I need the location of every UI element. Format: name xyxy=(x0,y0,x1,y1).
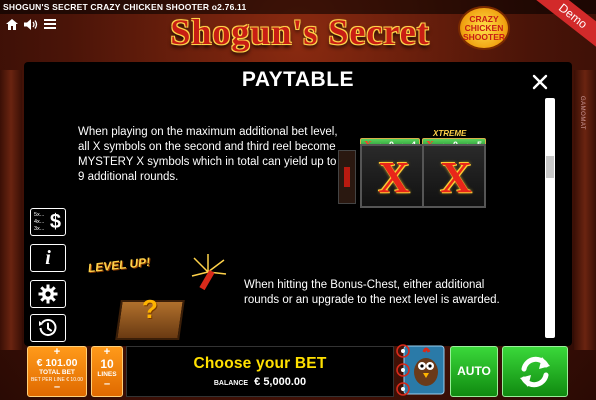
refresh-icon xyxy=(520,356,550,387)
scroll-thumb[interactable] xyxy=(546,156,554,178)
mystery-x-description: When playing on the maximum additional b… xyxy=(78,126,338,183)
dollar-icon: $ xyxy=(49,211,61,233)
autoplay-button[interactable]: AUTO xyxy=(450,346,498,397)
bonus-chest-description: When hitting the Bonus-Chest, either add… xyxy=(244,279,500,306)
sound-icon[interactable] xyxy=(24,18,38,30)
history-button[interactable] xyxy=(30,314,66,342)
close-button[interactable] xyxy=(530,72,550,92)
reel-2: X xyxy=(360,144,424,208)
top-left-controls xyxy=(6,14,56,34)
paytable-rows: 5x... 4x... 3x... xyxy=(34,211,45,232)
total-bet-control: + € 101.00 TOTAL BET BET PER LINE € 10.0… xyxy=(27,346,87,397)
gear-icon xyxy=(38,284,58,304)
level-up-illustration: LEVEL UP! ? xyxy=(76,248,236,344)
lines-control: + 10 LINES – xyxy=(91,346,123,397)
spin-button[interactable] xyxy=(502,346,568,397)
lines-value: 10 xyxy=(100,357,114,371)
info-button[interactable]: i xyxy=(30,244,66,272)
bet-decrease-button[interactable]: – xyxy=(28,382,86,393)
chicken-target-icon xyxy=(396,344,445,396)
vendor-mark: GAMOMAT xyxy=(579,96,585,131)
status-message: Choose your BET xyxy=(193,355,327,372)
balance-label: BALANCE xyxy=(213,380,249,387)
game-logo: Shogun's Secret xyxy=(170,12,430,52)
total-bet-value: € 101.00 xyxy=(36,357,78,369)
level-up-label: LEVEL UP! xyxy=(87,254,151,276)
reel-3: X xyxy=(422,144,486,208)
paytable-button[interactable]: 5x... 4x... 3x... $ xyxy=(30,208,66,236)
info-icon: i xyxy=(45,246,51,269)
paytable-scrollbar[interactable] xyxy=(545,98,555,338)
close-icon xyxy=(532,74,548,90)
mystery-x-symbol: X xyxy=(378,153,410,202)
chicken-shooter-button[interactable] xyxy=(394,342,448,398)
reels-illustration: X •0•4 XTREME X •0•5 X X xyxy=(338,124,488,208)
balance-display: BALANCE € 5,000.00 xyxy=(127,376,393,388)
modal-title: PAYTABLE xyxy=(241,68,355,91)
settings-button[interactable] xyxy=(30,280,66,308)
lines-decrease-button[interactable]: – xyxy=(92,379,122,390)
crazy-chicken-badge: CRAZY CHICKEN SHOOTER xyxy=(458,6,510,50)
message-panel: Choose your BET BALANCE € 5,000.00 xyxy=(126,346,394,397)
firework-icon xyxy=(191,254,227,291)
history-icon xyxy=(39,319,57,337)
right-decoration xyxy=(574,70,596,350)
mystery-question-symbol: ? xyxy=(142,294,158,324)
reel-partial xyxy=(338,150,356,204)
left-decoration xyxy=(0,70,22,350)
badge-line: SHOOTER xyxy=(462,32,506,42)
balance-value: € 5,000.00 xyxy=(254,376,307,388)
home-icon[interactable] xyxy=(6,18,18,30)
total-bet-label: TOTAL BET xyxy=(39,369,75,376)
menu-icon[interactable] xyxy=(44,19,56,29)
bet-increase-button[interactable]: + xyxy=(28,347,86,358)
mystery-x-symbol: X xyxy=(440,153,472,202)
